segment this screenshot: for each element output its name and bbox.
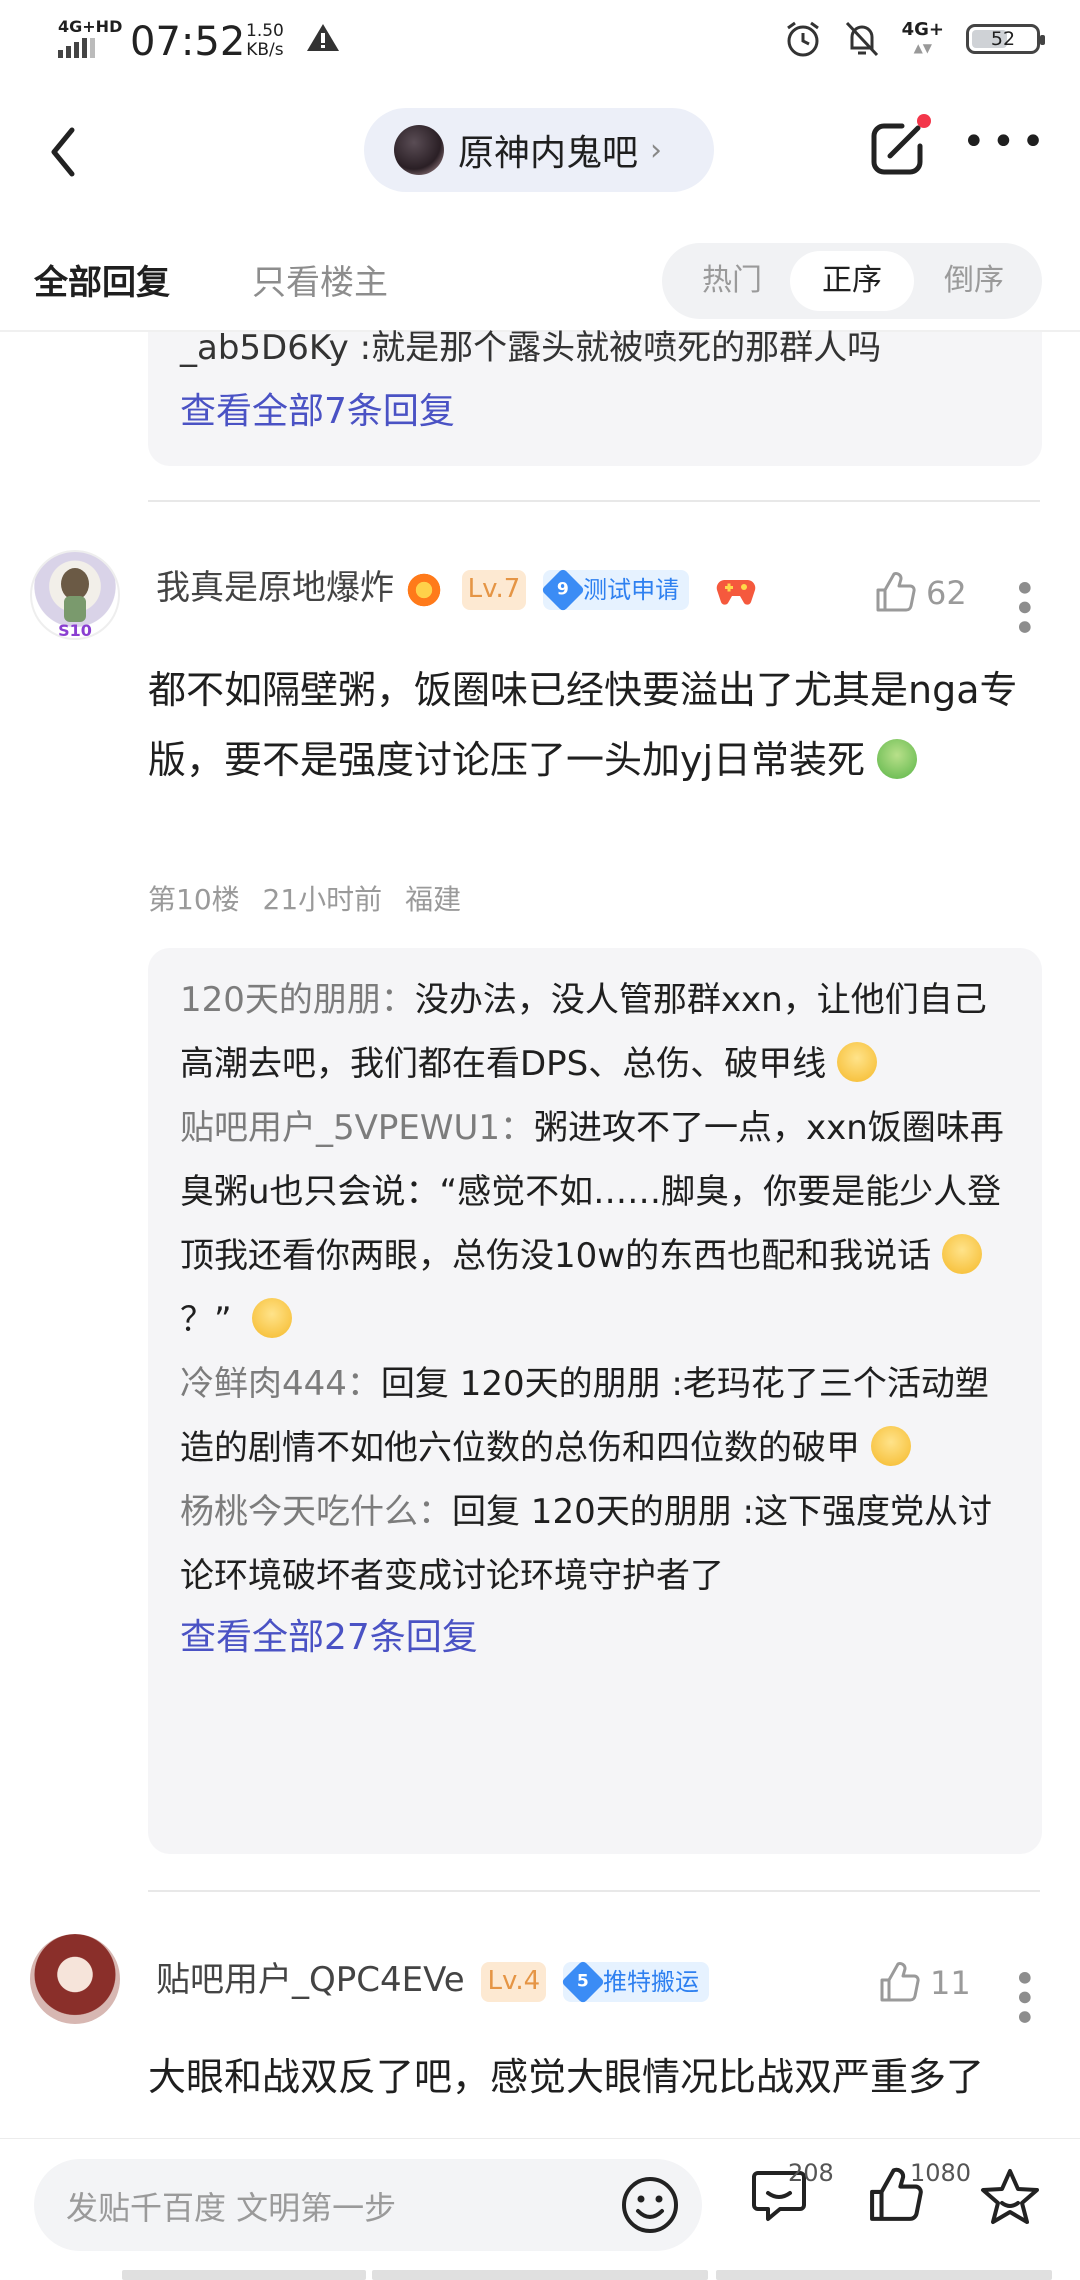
username-line: 我真是原地爆炸 Lv.7 9 测试申请 — [156, 566, 756, 612]
explosion-icon — [404, 570, 443, 609]
post-time: 21小时前 — [262, 883, 383, 916]
sub-reply[interactable]: 贴吧用户_5VPEWU1：粥进攻不了一点，xxn饭圈味再臭粥u也只会说：“感觉不… — [180, 1096, 1010, 1352]
floor-number: 第10楼 — [148, 883, 240, 916]
view-all-replies-link[interactable]: 查看全部27条回复 — [180, 1608, 1010, 1668]
back-icon[interactable] — [42, 122, 82, 182]
tab-owner-only[interactable]: 只看楼主 — [252, 255, 388, 304]
smile-icon[interactable] — [620, 2175, 680, 2235]
nav-hint — [716, 2270, 1052, 2280]
sub-reply[interactable]: 杨桃今天吃什么：回复 120天的朋朋 :这下强度党从讨论环境破坏者变成讨论环境守… — [180, 1480, 1010, 1608]
post-content: 都不如隔壁粥，饭圈味已经快要溢出了尤其是nga专版，要不是强度讨论压了一头加yj… — [148, 668, 1018, 782]
status-bar: 4G+HD 07:52 1.50 KB/s 4G+ ▲▼ 52 — [0, 0, 1080, 90]
post-meta: 第10楼 21小时前 福建 — [148, 878, 475, 918]
compose-icon[interactable] — [868, 118, 928, 178]
forum-name: 原神内鬼吧 — [458, 133, 639, 174]
username-line: 贴吧用户_QPC4EVe Lv.4 5 推特搬运 — [156, 1958, 709, 2004]
level-badge: Lv.7 — [461, 569, 527, 610]
member-badge: 9 测试申请 — [541, 567, 690, 612]
username[interactable]: 贴吧用户_QPC4EVe — [156, 1960, 465, 2000]
like-count: 11 — [930, 1964, 971, 2002]
like-button[interactable]: 62 — [872, 570, 967, 616]
thumb-up-icon — [880, 1962, 920, 2002]
mute-icon — [845, 21, 878, 57]
battery-indicator: 52 — [966, 24, 1045, 54]
post-divider — [148, 500, 1040, 502]
more-icon[interactable]: ••• — [962, 122, 1051, 162]
username[interactable]: 我真是原地爆炸 — [156, 568, 394, 608]
thumb-up-icon — [876, 572, 916, 612]
comment-count: 208 — [788, 2159, 834, 2187]
post-location: 福建 — [405, 883, 462, 916]
gem-icon: 5 — [560, 1959, 606, 2004]
alarm-icon — [786, 21, 819, 57]
laugh-emoji — [870, 1425, 911, 1466]
sort-hot[interactable]: 热门 — [682, 251, 782, 311]
like-count: 1080 — [910, 2159, 972, 2187]
signal-icon — [58, 38, 95, 58]
avatar-tag: S10 — [58, 621, 92, 638]
nav-hint — [122, 2270, 366, 2280]
gamepad-icon — [716, 579, 756, 605]
forum-entry-button[interactable]: 原神内鬼吧 › — [364, 108, 714, 192]
tab-all-replies[interactable]: 全部回复 — [34, 255, 170, 304]
gem-icon: 9 — [541, 567, 586, 612]
sub-reply[interactable]: _ab5D6Ky :就是那个露头就被喷死的那群人吗 — [180, 316, 881, 380]
sort-asc[interactable]: 正序 — [790, 251, 914, 311]
notification-dot — [917, 114, 931, 128]
reply-input[interactable]: 发贴千百度 文明第一步 — [34, 2159, 702, 2251]
signal-indicator: 4G+HD — [58, 18, 122, 62]
post-header: S10 我真是原地爆炸 Lv.7 9 测试申请 62 ••• — [0, 548, 1080, 648]
forum-avatar — [394, 125, 444, 175]
level-badge: Lv.4 — [481, 1961, 547, 2002]
network-type: 4G+ ▲▼ — [901, 19, 944, 56]
sick-emoji — [877, 738, 918, 779]
nav-hint — [372, 2270, 708, 2280]
post-content: 大眼和战双反了吧，感觉大眼情况比战双严重多了 — [148, 2055, 985, 2099]
laugh-emoji — [252, 1297, 293, 1338]
like-count: 62 — [926, 574, 967, 612]
sort-desc[interactable]: 倒序 — [924, 251, 1024, 311]
chevron-right-icon: › — [650, 132, 663, 168]
thinking-emoji — [941, 1233, 982, 1274]
avatar[interactable]: S10 — [30, 550, 120, 640]
avatar[interactable] — [30, 1934, 120, 2024]
sub-reply[interactable]: 冷鲜肉444：回复 120天的朋朋 :老玛花了三个活动塑造的剧情不如他六位数的总… — [180, 1352, 1010, 1480]
bottom-bar: 发贴千百度 文明第一步 208 1080 — [0, 2138, 1080, 2280]
smile-emoji — [837, 1041, 878, 1082]
warning-icon — [307, 24, 339, 51]
sub-reply-box: _ab5D6Ky :就是那个露头就被喷死的那群人吗 查看全部7条回复 — [148, 328, 1042, 466]
post-header: 贴吧用户_QPC4EVe Lv.4 5 推特搬运 11 ••• — [0, 1932, 1080, 2032]
sub-reply-box: 120天的朋朋：没办法，没人管那群xxn，让他们自己高潮去吧，我们都在看DPS、… — [148, 948, 1042, 1854]
star-icon[interactable] — [978, 2165, 1042, 2229]
sort-switch: 热门 正序 倒序 — [662, 243, 1042, 319]
clock: 07:52 — [130, 19, 246, 65]
kebab-icon[interactable]: ••• — [1000, 1966, 1046, 2025]
kebab-icon[interactable]: ••• — [1000, 576, 1046, 635]
sub-reply[interactable]: 120天的朋朋：没办法，没人管那群xxn，让他们自己高潮去吧，我们都在看DPS、… — [180, 968, 1010, 1096]
post-divider — [148, 1890, 1040, 1892]
reply-placeholder: 发贴千百度 文明第一步 — [66, 2189, 397, 2227]
member-badge: 5 推特搬运 — [560, 1959, 709, 2004]
top-nav: 原神内鬼吧 › ••• — [0, 100, 1080, 200]
network-rate: 1.50 KB/s — [246, 21, 284, 60]
like-button[interactable]: 11 — [876, 1960, 971, 2006]
view-all-replies-link[interactable]: 查看全部7条回复 — [180, 382, 455, 442]
